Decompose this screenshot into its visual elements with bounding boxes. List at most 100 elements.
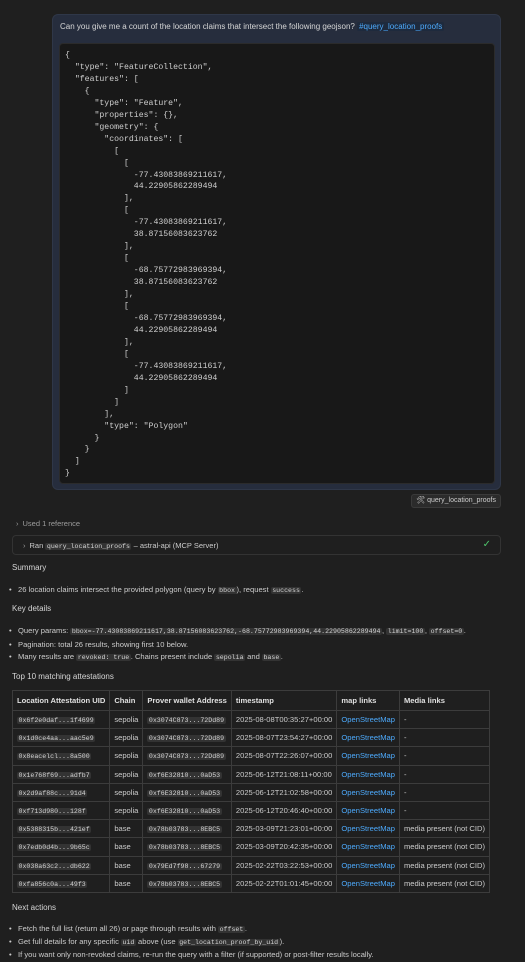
cell-uid: 0x6f2e0daf...1f4699 (11, 709, 111, 730)
cell-chain: sepolia (109, 800, 144, 821)
cell-media-link: media present (not CID) (398, 855, 491, 875)
cell-map-link[interactable]: OpenStreetMap (336, 709, 400, 730)
table-row: 0x8eacelcl...8a500 sepolia 0x3074C873...72… (11, 746, 491, 766)
table-row: 0x1e768f69...adfb7 sepolia 0xf6E32810...0a… (11, 764, 491, 784)
cell-uid: 0x2d9af88c...91d4 (11, 782, 111, 802)
wallet-code: 0x3074C873...72Dd89 (147, 717, 226, 725)
cell-prover: 0x79Ed7f98...67279 (142, 855, 232, 875)
col-map-links: map links (336, 690, 400, 711)
cell-map-link[interactable]: OpenStreetMap (336, 728, 400, 748)
cell-prover: 0x78b03783...8EBC5 (142, 819, 232, 839)
cell-timestamp: 2025-03-09T21:23:01+00:00 (230, 819, 338, 839)
attestations-table: Location Attestation UID Chain Prover wa… (11, 690, 491, 893)
uid-code: 0x5388315b...421ef (17, 826, 92, 834)
cell-chain: sepolia (109, 728, 144, 748)
tool-run-box[interactable]: › Ran query_location_proofs – astral-api … (12, 535, 501, 555)
user-message-text: Can you give me a count of the location … (60, 22, 445, 31)
cell-map-link[interactable]: OpenStreetMap (336, 837, 400, 857)
cell-timestamp: 2025-02-22T01:01:45+00:00 (230, 873, 338, 893)
table-header-row: Location Attestation UID Chain Prover wa… (11, 690, 491, 711)
next-action-bullet-1: Fetch the full list (return all 26) or p… (9, 924, 247, 933)
cell-map-link[interactable]: OpenStreetMap (336, 819, 400, 839)
cell-media-link: media present (not CID) (398, 837, 491, 857)
table-row: 0x038a63c2...db622 base 0x79Ed7f98...67279… (11, 855, 491, 875)
cell-chain: base (109, 873, 144, 893)
cell-media-link: - (398, 764, 491, 784)
cell-map-link[interactable]: OpenStreetMap (336, 855, 400, 875)
cell-map-link[interactable]: OpenStreetMap (336, 764, 400, 784)
tool-reference-pill[interactable]: 🛠 query_location_proofs (411, 494, 501, 508)
revoked-bullet: Many results are revoked: true. Chains p… (9, 652, 283, 661)
uid-code: 0x1d0ce4aa...aac5e9 (17, 735, 96, 743)
cell-map-link[interactable]: OpenStreetMap (336, 800, 400, 821)
wallet-code: 0xf6E32810...0aD53 (147, 808, 222, 816)
cell-media-link: - (398, 800, 491, 821)
user-message: Can you give me a count of the location … (52, 14, 501, 490)
wallet-code: 0x3074C873...72Dd89 (147, 753, 226, 761)
chevron-right-icon: › (23, 541, 26, 550)
uid-code: 0x6f2e0daf...1f4699 (17, 717, 96, 725)
cell-uid: 0xf713d980...128f (11, 800, 111, 821)
cell-prover: 0xf6E32810...0aD53 (142, 800, 232, 821)
summary-bullet: 26 location claims intersect the provide… (9, 585, 304, 594)
next-action-bullet-3: If you want only non-revoked claims, re-… (9, 950, 374, 959)
wallet-code: 0x78b03783...8EBC5 (147, 844, 222, 852)
wallet-code: 0x78b03783...8EBC5 (147, 826, 222, 834)
table-row: 0x7edb0d4b...9b65c base 0x78b03783...8EBC5… (11, 837, 491, 857)
cell-timestamp: 2025-03-09T20:42:35+00:00 (230, 837, 338, 857)
cell-chain: base (109, 819, 144, 839)
table-row: 0x6f2e0daf...1f4699 sepolia 0x3074C873...7… (11, 709, 491, 730)
wallet-code: 0x79Ed7f98...67279 (147, 862, 222, 870)
cell-chain: sepolia (109, 746, 144, 766)
cell-timestamp: 2025-06-12T20:46:40+00:00 (230, 800, 338, 821)
cell-media-link: media present (not CID) (398, 819, 491, 839)
uid-code: 0x8eacelcl...8a500 (17, 753, 92, 761)
wallet-code: 0xf6E32810...0aD53 (147, 771, 222, 779)
cell-timestamp: 2025-02-22T03:22:53+00:00 (230, 855, 338, 875)
table-row: 0xf713d980...128f sepolia 0xf6E32810...0aD… (11, 800, 491, 821)
cell-media-link: - (398, 728, 491, 748)
cell-timestamp: 2025-06-12T21:08:11+00:00 (230, 764, 338, 784)
cell-media-link: - (398, 709, 491, 730)
cell-uid: 0x038a63c2...db622 (11, 855, 111, 875)
cell-uid: 0x7edb0d4b...9b65c (11, 837, 111, 857)
cell-prover: 0xf6E32810...0aD53 (142, 782, 232, 802)
cell-timestamp: 2025-08-08T00:35:27+00:00 (230, 709, 338, 730)
table-row: 0x2d9af88c...91d4 sepolia 0xf6E32810...0aD… (11, 782, 491, 802)
table-row: 0x5388315b...421ef base 0x78b03783...8EBC5… (11, 819, 491, 839)
cell-prover: 0x3074C873...72Dd89 (142, 709, 232, 730)
cell-prover: 0x3074C873...72Dd89 (142, 728, 232, 748)
col-chain: Chain (109, 690, 144, 711)
cell-map-link[interactable]: OpenStreetMap (336, 746, 400, 766)
uid-code: 0xfa856c0a...49f3 (17, 880, 88, 888)
col-media-links: Media links (398, 690, 491, 711)
cell-media-link: media present (not CID) (398, 873, 491, 893)
checkmark-icon: ✓ (482, 539, 491, 550)
cell-prover: 0x78b03783...8EBC5 (142, 837, 232, 857)
cell-map-link[interactable]: OpenStreetMap (336, 873, 400, 893)
wallet-code: 0xf6E32810...0aD53 (147, 789, 222, 797)
cell-uid: 0x1d0ce4aa...aac5e9 (11, 728, 111, 748)
geojson-code-block: { "type": "FeatureCollection", "features… (59, 43, 495, 484)
next-actions-heading: Next actions (12, 903, 57, 912)
used-references-toggle[interactable]: › Used 1 reference (16, 519, 80, 528)
cell-prover: 0xf6E32810...0aD53 (142, 764, 232, 784)
wallet-code: 0x3074C873...72Dd89 (147, 735, 226, 743)
reference-chip[interactable]: #query_location_proofs (357, 22, 445, 31)
col-prover: Prover wallet Address (142, 690, 232, 711)
cell-uid: 0x1e768f69...adfb7 (11, 764, 111, 784)
cell-chain: base (109, 855, 144, 875)
wallet-code: 0x78b03783...8EBC5 (147, 880, 222, 888)
uid-code: 0x7edb0d4b...9b65c (17, 844, 92, 852)
cell-chain: sepolia (109, 782, 144, 802)
cell-uid: 0xfa856c0a...49f3 (11, 873, 111, 893)
cell-media-link: - (398, 746, 491, 766)
uid-code: 0x1e768f69...adfb7 (17, 771, 92, 779)
cell-chain: sepolia (109, 709, 144, 730)
cell-media-link: - (398, 782, 491, 802)
summary-heading: Summary (12, 563, 47, 572)
cell-prover: 0x78b03783...8EBC5 (142, 873, 232, 893)
cell-prover: 0x3074C873...72Dd89 (142, 746, 232, 766)
cell-map-link[interactable]: OpenStreetMap (336, 782, 400, 802)
cell-chain: sepolia (109, 764, 144, 784)
